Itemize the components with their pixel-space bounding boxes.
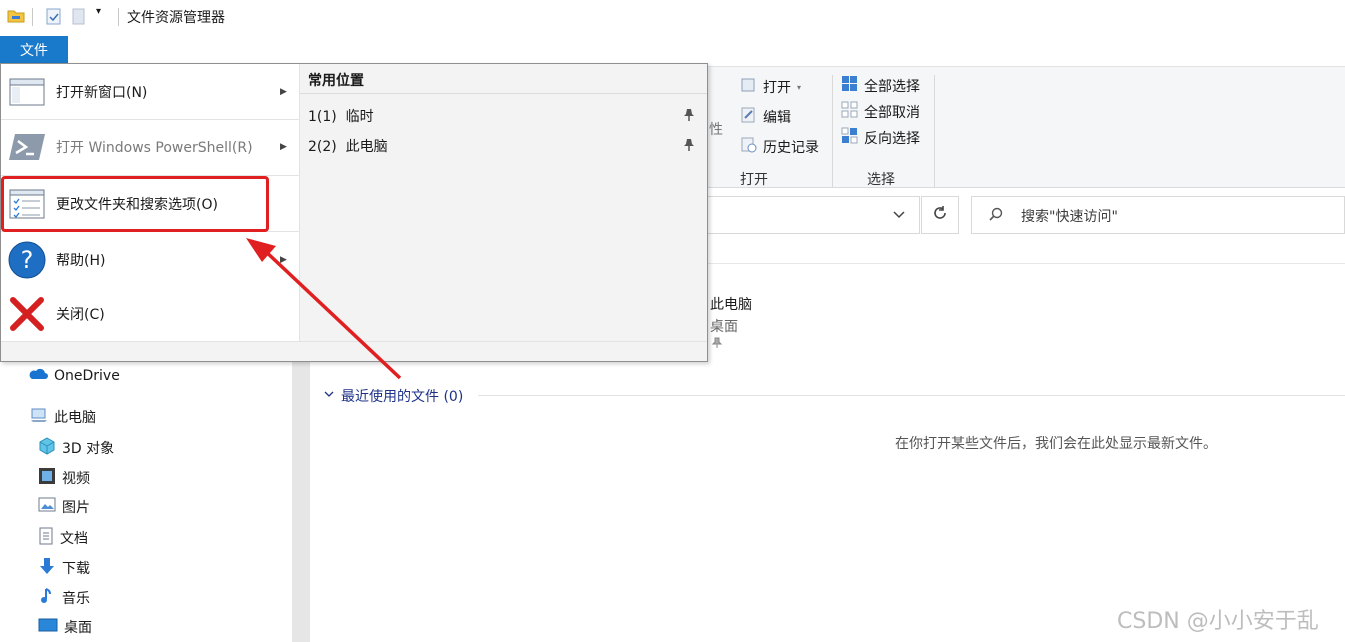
frequent-place-item[interactable]: 1(1) 临时 — [308, 104, 700, 128]
onedrive-cloud-icon — [28, 367, 48, 385]
properties-check-icon[interactable] — [46, 8, 62, 30]
invert-selection-icon — [841, 127, 858, 148]
submenu-arrow-icon: ▶ — [280, 254, 287, 265]
address-history-chevron-icon[interactable] — [892, 207, 906, 225]
frequent-places-title: 常用位置 — [308, 73, 364, 89]
select-none-icon — [841, 101, 858, 122]
pin-icon[interactable] — [682, 108, 696, 126]
ribbon-separator — [934, 75, 935, 187]
section-divider — [478, 395, 1345, 396]
pinned-item-location: 桌面 — [710, 319, 738, 335]
frequent-place-item[interactable]: 2(2) 此电脑 — [308, 134, 700, 158]
nav-item-3d-objects[interactable]: 3D 对象 — [38, 437, 114, 459]
folder-icon[interactable] — [7, 8, 25, 28]
pin-icon — [711, 337, 723, 353]
document-icon — [38, 527, 54, 549]
file-tab[interactable]: 文件 — [0, 36, 68, 64]
navigation-scrollbar[interactable] — [292, 362, 310, 642]
search-placeholder: 搜索"快速访问" — [1021, 209, 1118, 225]
nav-item-downloads[interactable]: 下载 — [38, 557, 90, 579]
ribbon-invert-selection-button[interactable]: 反向选择 — [841, 127, 920, 148]
menu-item-help[interactable]: ? 帮助(H) ▶ — [1, 232, 299, 287]
close-icon — [7, 294, 47, 334]
file-menu: 打开新窗口(N) ▶ 打开 Windows PowerShell(R) ▶ 更改… — [0, 63, 708, 362]
nav-item-videos[interactable]: 视频 — [38, 467, 90, 489]
new-window-icon — [7, 72, 47, 112]
menu-item-open-powershell[interactable]: 打开 Windows PowerShell(R) ▶ — [1, 119, 299, 174]
empty-recent-message: 在你打开某些文件后，我们会在此处显示最新文件。 — [895, 436, 1217, 452]
nav-item-pictures[interactable]: 图片 — [38, 497, 90, 517]
address-bar[interactable] — [708, 196, 920, 234]
refresh-icon — [932, 205, 948, 225]
cube-3d-icon — [38, 437, 56, 459]
computer-icon — [30, 407, 48, 427]
ribbon-edit-button[interactable]: 编辑 — [741, 107, 791, 127]
file-menu-footer — [1, 341, 707, 361]
pin-icon[interactable] — [682, 138, 696, 156]
nav-item-onedrive[interactable]: OneDrive — [28, 367, 120, 385]
content-divider — [708, 263, 1345, 264]
navigation-pane: OneDrive 此电脑 3D 对象 视频 图片 文档 下载 音乐 桌面 — [0, 362, 292, 642]
submenu-arrow-icon: ▶ — [280, 86, 287, 97]
pinned-item-name[interactable]: 此电脑 — [710, 294, 752, 314]
svg-text:?: ? — [21, 246, 34, 274]
powershell-icon — [7, 127, 47, 167]
new-folder-icon[interactable] — [72, 8, 86, 30]
refresh-button[interactable] — [921, 196, 959, 234]
ribbon-partial-label: 性 — [709, 122, 723, 138]
select-all-icon — [841, 75, 858, 96]
title-bar: ▾ 文件资源管理器 — [0, 0, 1345, 34]
film-icon — [38, 467, 56, 489]
music-note-icon — [38, 587, 56, 609]
download-arrow-icon — [38, 557, 56, 579]
nav-item-this-pc[interactable]: 此电脑 — [30, 407, 96, 427]
frequent-places-divider — [300, 93, 707, 94]
toolbar-separator — [32, 8, 33, 26]
frequent-places-panel: 常用位置 1(1) 临时 2(2) 此电脑 — [300, 64, 707, 341]
nav-item-music[interactable]: 音乐 — [38, 587, 90, 609]
menu-item-open-new-window[interactable]: 打开新窗口(N) ▶ — [1, 64, 299, 119]
chevron-down-icon — [323, 388, 335, 404]
submenu-arrow-icon: ▶ — [280, 141, 287, 152]
toolbar-separator — [118, 8, 119, 26]
chevron-down-icon: ▾ — [797, 82, 802, 92]
recent-files-header[interactable]: 最近使用的文件 (0) — [323, 386, 463, 406]
ribbon-group-select-label: 选择 — [867, 172, 895, 188]
edit-icon — [741, 107, 757, 127]
history-icon — [741, 137, 757, 157]
picture-icon — [38, 497, 56, 517]
ribbon-group-open-label: 打开 — [740, 172, 768, 188]
ribbon-open-button[interactable]: 打开 ▾ — [741, 77, 801, 97]
annotation-highlight-box — [1, 176, 269, 232]
watermark: CSDN @小小安于乱 — [1117, 609, 1319, 634]
ribbon-select-none-button[interactable]: 全部取消 — [841, 101, 920, 122]
customize-dropdown-icon[interactable]: ▾ — [96, 6, 101, 17]
help-icon: ? — [7, 240, 47, 280]
window-title: 文件资源管理器 — [127, 10, 225, 26]
open-icon — [741, 77, 757, 97]
search-icon — [988, 207, 1004, 227]
menu-item-close[interactable]: 关闭(C) — [1, 286, 299, 341]
nav-item-desktop[interactable]: 桌面 — [38, 617, 92, 637]
ribbon-history-button[interactable]: 历史记录 — [741, 137, 819, 157]
ribbon-select-all-button[interactable]: 全部选择 — [841, 75, 920, 96]
ribbon-separator — [832, 75, 833, 187]
desktop-icon — [38, 617, 58, 637]
nav-item-documents[interactable]: 文档 — [38, 527, 88, 549]
